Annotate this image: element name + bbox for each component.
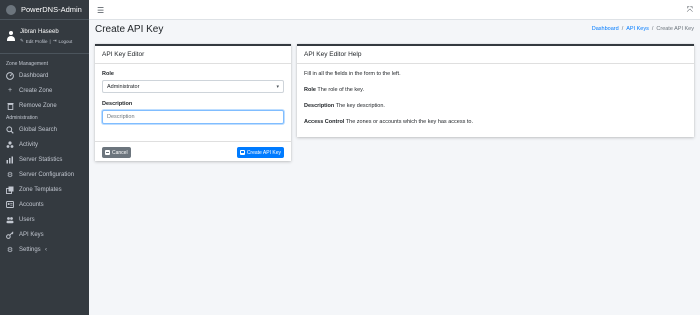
sidebar-item-api-keys[interactable]: API Keys [0,227,89,242]
help-card-title: API Key Editor Help [297,46,694,64]
edit-profile-icon: ✎ [20,38,24,43]
brand-logo-icon [6,4,16,15]
trash-icon [6,102,14,110]
description-label: Description [102,101,133,107]
sidebar-item-label: Activity [19,141,39,148]
chevron-down-icon: ▾ [276,83,279,90]
description-input[interactable]: Description [102,110,284,124]
breadcrumb-separator: / [621,26,624,32]
sidebar-item-label: Settings [19,246,41,253]
sidebar-item-label: Create Zone [19,87,53,94]
help-role-text: The role of the key. [317,87,365,93]
breadcrumb-current: Create API Key [656,26,694,32]
edit-profile-link[interactable]: Edit Profile [26,39,48,44]
sidebar-item-label: Server Configuration [19,171,75,178]
sidebar-item-label: Server Statistics [19,156,63,163]
breadcrumb-separator: / [651,26,654,32]
sidebar-item-label: Remove Zone [19,102,57,109]
help-description-term: Description [304,103,335,109]
sidebar-item-remove-zone[interactable]: Remove Zone [0,98,89,113]
create-api-key-button-label: Create API Key [246,149,281,156]
sidebar-item-global-search[interactable]: Global Search [0,122,89,137]
api-key-editor-help-card: API Key Editor Help Fill in all the fiel… [297,44,694,137]
sidebar-item-users[interactable]: Users [0,212,89,227]
brand-name: PowerDNS-Admin [21,5,82,14]
sidebar-item-label: Zone Templates [19,186,62,193]
sidebar-item-label: Dashboard [19,72,49,79]
chevron-left-icon: ‹ [45,246,47,253]
user-name: Jibran Haseeb [20,29,59,35]
editor-card-title: API Key Editor [95,46,291,64]
activity-icon [6,140,14,149]
users-icon [6,216,14,224]
api-key-editor-card: API Key Editor Role Administrator ▾ Desc… [95,44,291,161]
sidebar-item-label: API Keys [19,231,44,238]
dashboard-icon [6,71,14,80]
fullscreen-toggle-icon[interactable]: ⤧ [687,5,693,15]
chart-icon [6,156,14,164]
save-icon [239,150,245,155]
sidebar-item-activity[interactable]: Activity [0,137,89,152]
user-links-separator: | [49,38,51,44]
role-select[interactable]: Administrator ▾ [102,80,284,93]
help-access-text: The zones or accounts which the key has … [345,119,473,125]
help-description-text: The key description. [335,103,385,109]
help-role: Role The role of the key. [304,87,687,93]
role-label: Role [102,71,114,77]
cancel-icon [105,150,110,155]
breadcrumb-dashboard-link[interactable]: Dashboard [592,26,619,32]
sidebar-item-server-configuration[interactable]: ⚙ Server Configuration [0,167,89,182]
search-icon [6,125,14,134]
sidebar-item-server-statistics[interactable]: Server Statistics [0,152,89,167]
help-description: Description The key description. [304,103,687,109]
sidebar-item-label: Accounts [19,201,44,208]
cog-icon: ⚙ [6,246,14,254]
key-icon [6,230,14,239]
help-access-term: Access Control [304,119,345,125]
sidebar-item-settings[interactable]: ⚙ Settings ‹ [0,242,89,257]
sidebar-item-accounts[interactable]: Accounts [0,197,89,212]
help-intro: Fill in all the fields in the form to th… [304,71,401,77]
user-icon [7,31,15,41]
brand-link[interactable]: PowerDNS-Admin [0,0,89,20]
breadcrumb: Dashboard / API Keys / Create API Key [592,26,694,32]
gear-icon: ⚙ [6,171,14,179]
cancel-button[interactable]: Cancel [102,147,131,158]
clone-icon [6,186,14,194]
editor-card-footer: Cancel Create API Key [95,141,291,161]
sidebar: PowerDNS-Admin Jibran Haseeb ✎ Edit Prof… [0,0,89,315]
sidebar-item-zone-templates[interactable]: Zone Templates [0,182,89,197]
cancel-button-label: Cancel [112,149,128,156]
sidebar-item-label: Users [19,216,35,223]
help-access-control: Access Control The zones or accounts whi… [304,119,687,125]
user-panel: Jibran Haseeb ✎ Edit Profile | ⇥ Logout [0,20,89,54]
help-role-term: Role [304,87,316,93]
create-api-key-button[interactable]: Create API Key [236,147,284,158]
nav-header-zone-management: Zone Management [6,60,48,67]
page-title: Create API Key [95,24,164,35]
sidebar-item-label: Global Search [19,126,58,133]
sidebar-item-dashboard[interactable]: Dashboard [0,68,89,83]
sidebar-item-create-zone[interactable]: + Create Zone [0,83,89,98]
accounts-icon [6,201,14,209]
role-select-value: Administrator [107,83,140,90]
breadcrumb-api-keys-link[interactable]: API Keys [626,26,649,32]
logout-link[interactable]: Logout [59,39,73,44]
plus-icon: + [7,87,13,94]
description-placeholder: Description [107,114,135,120]
logout-icon: ⇥ [52,38,57,43]
top-navbar: ☰ ⤧ [89,0,700,20]
menu-toggle-icon[interactable]: ☰ [97,6,104,15]
nav-header-administration: Administration [6,114,38,121]
